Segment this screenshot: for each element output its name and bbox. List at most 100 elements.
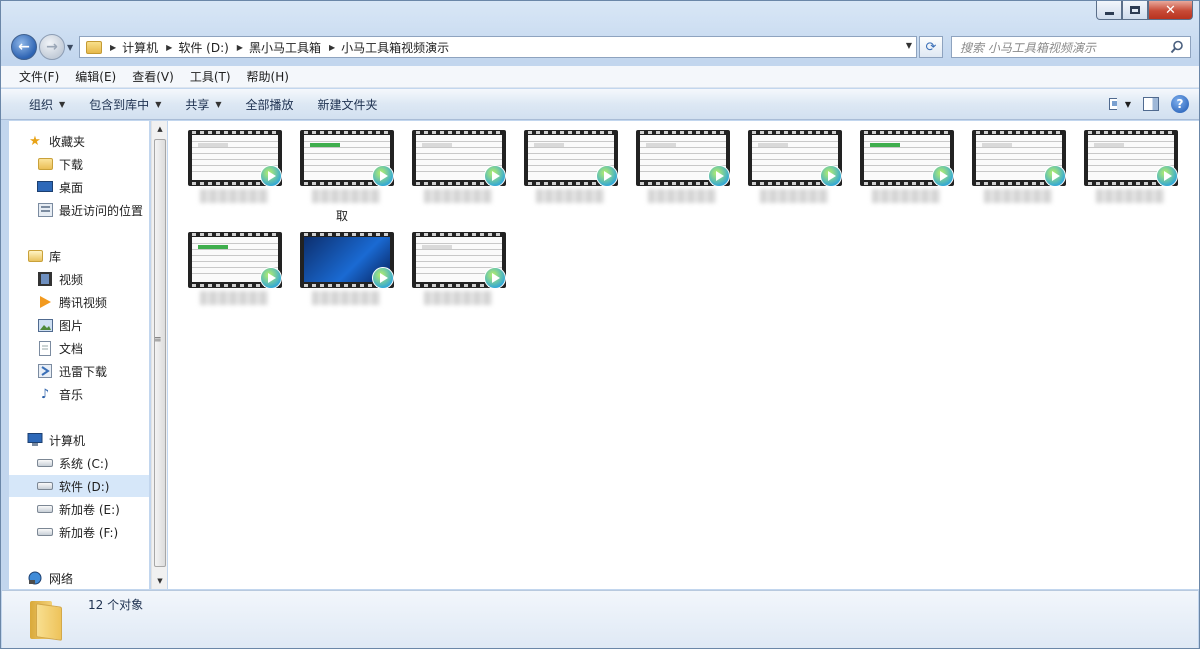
video-file-tile[interactable] bbox=[292, 223, 394, 305]
preview-pane-button[interactable] bbox=[1143, 97, 1159, 111]
nav-favorites[interactable]: ★ 收藏夹 bbox=[27, 130, 85, 152]
nav-pictures[interactable]: 图片 bbox=[37, 314, 83, 336]
help-icon: ? bbox=[1176, 97, 1184, 111]
nav-videos[interactable]: 视频 bbox=[37, 268, 83, 290]
chevron-down-icon[interactable]: ▼ bbox=[1125, 100, 1131, 109]
refresh-button[interactable]: ⟳ bbox=[919, 36, 943, 58]
nav-drive-c[interactable]: 系统 (C:) bbox=[37, 452, 109, 474]
nav-drive-d[interactable]: 软件 (D:) bbox=[9, 475, 149, 497]
library-icon bbox=[27, 248, 43, 264]
nav-downloads[interactable]: 下载 bbox=[37, 153, 83, 175]
menu-edit[interactable]: 编辑(E) bbox=[67, 68, 124, 85]
menu-view[interactable]: 查看(V) bbox=[124, 68, 182, 85]
help-button[interactable]: ? bbox=[1171, 95, 1189, 113]
nav-recent-places[interactable]: 最近访问的位置 bbox=[37, 199, 143, 221]
video-file-tile[interactable] bbox=[404, 223, 506, 305]
search-box[interactable]: 搜索 小马工具箱视频演示 bbox=[951, 36, 1191, 58]
play-badge-icon bbox=[596, 165, 618, 187]
file-name-redacted bbox=[1096, 189, 1164, 203]
file-name-redacted bbox=[536, 189, 604, 203]
file-name-redacted bbox=[200, 291, 268, 305]
file-name-redacted bbox=[760, 189, 828, 203]
organize-button[interactable]: 组织 ▼ bbox=[17, 96, 77, 113]
nav-network[interactable]: 网络 bbox=[27, 567, 73, 589]
minimize-button[interactable] bbox=[1096, 1, 1122, 20]
back-button[interactable]: ← bbox=[11, 34, 37, 60]
scroll-down-arrow-icon[interactable]: ▼ bbox=[152, 573, 168, 589]
change-view-button[interactable]: ▼ bbox=[1109, 94, 1131, 114]
play-badge-icon bbox=[260, 267, 282, 289]
nav-music[interactable]: ♪ 音乐 bbox=[37, 383, 83, 405]
video-file-tile[interactable] bbox=[740, 121, 842, 203]
network-icon bbox=[27, 570, 43, 586]
maximize-button[interactable] bbox=[1122, 1, 1148, 20]
video-file-tile[interactable] bbox=[404, 121, 506, 203]
nav-tencent-video[interactable]: 腾讯视频 bbox=[37, 291, 107, 313]
folder-icon bbox=[30, 601, 62, 641]
share-button[interactable]: 共享 ▼ bbox=[173, 96, 233, 113]
play-badge-icon bbox=[820, 165, 842, 187]
play-badge-icon bbox=[932, 165, 954, 187]
menu-tools[interactable]: 工具(T) bbox=[182, 68, 239, 85]
video-file-tile[interactable] bbox=[628, 121, 730, 203]
nav-computer[interactable]: 计算机 bbox=[27, 429, 85, 451]
folder-icon bbox=[86, 40, 102, 54]
nav-scrollbar[interactable]: ▲ ≡ ▼ bbox=[151, 121, 167, 589]
breadcrumb-current[interactable]: ▶ 小马工具箱视频演示 bbox=[325, 37, 453, 57]
close-button[interactable]: ✕ bbox=[1148, 1, 1193, 20]
file-name-redacted bbox=[312, 189, 380, 203]
address-row: ← → ▼ ▶ 计算机 ▶ 软件 (D:) ▶ 黑小马工具箱 ▶ 小马工具箱视频演示 ▼… bbox=[1, 31, 1200, 61]
file-name-redacted bbox=[648, 189, 716, 203]
grip-icon: ≡ bbox=[154, 335, 162, 345]
video-file-tile[interactable] bbox=[180, 223, 282, 305]
nav-drive-f[interactable]: 新加卷 (F:) bbox=[37, 521, 118, 543]
include-in-library-button[interactable]: 包含到库中 ▼ bbox=[77, 96, 173, 113]
back-arrow-icon: ← bbox=[18, 39, 30, 55]
video-file-tile[interactable] bbox=[180, 121, 282, 203]
recent-pages-dropdown[interactable]: ▼ bbox=[67, 43, 73, 52]
play-badge-icon bbox=[372, 165, 394, 187]
chevron-right-icon[interactable]: ▶ bbox=[110, 43, 116, 52]
scroll-thumb[interactable] bbox=[154, 139, 166, 567]
nav-libraries[interactable]: 库 bbox=[27, 245, 61, 267]
file-name-redacted bbox=[984, 189, 1052, 203]
nav-documents[interactable]: 文档 bbox=[37, 337, 83, 359]
explorer-window: ✕ ← → ▼ ▶ 计算机 ▶ 软件 (D:) ▶ 黑小马工具箱 ▶ 小马工具箱视频演示… bbox=[0, 0, 1200, 649]
video-file-tile[interactable] bbox=[852, 121, 954, 203]
new-folder-button[interactable]: 新建文件夹 bbox=[306, 96, 390, 113]
play-badge-icon bbox=[1044, 165, 1066, 187]
nav-thunder-downloads[interactable]: 迅雷下载 bbox=[37, 360, 107, 382]
nav-desktop[interactable]: 桌面 bbox=[37, 176, 83, 198]
file-list[interactable]: 取 bbox=[168, 121, 1199, 589]
search-icon[interactable] bbox=[1170, 40, 1184, 54]
chevron-right-icon[interactable]: ▶ bbox=[166, 43, 172, 52]
address-bar[interactable]: ▶ 计算机 ▶ 软件 (D:) ▶ 黑小马工具箱 ▶ 小马工具箱视频演示 ▼ bbox=[79, 36, 917, 58]
refresh-icon: ⟳ bbox=[925, 39, 937, 55]
video-file-tile[interactable] bbox=[516, 121, 618, 203]
video-file-tile[interactable] bbox=[964, 121, 1066, 203]
scroll-up-arrow-icon[interactable]: ▲ bbox=[152, 121, 168, 137]
forward-button[interactable]: → bbox=[39, 34, 65, 60]
star-icon: ★ bbox=[29, 133, 41, 149]
nav-drive-e[interactable]: 新加卷 (E:) bbox=[37, 498, 120, 520]
computer-icon bbox=[27, 432, 43, 448]
address-dropdown-icon[interactable]: ▼ bbox=[906, 41, 912, 50]
play-all-button[interactable]: 全部播放 bbox=[234, 96, 306, 113]
menu-help[interactable]: 帮助(H) bbox=[239, 68, 297, 85]
drive-icon bbox=[37, 501, 53, 517]
video-file-tile[interactable]: 取 bbox=[292, 121, 394, 223]
breadcrumb-drive-d[interactable]: ▶ 软件 (D:) bbox=[162, 37, 233, 57]
chevron-right-icon[interactable]: ▶ bbox=[329, 43, 335, 52]
video-file-tile[interactable] bbox=[1076, 121, 1178, 203]
search-input[interactable]: 搜索 小马工具箱视频演示 bbox=[960, 39, 1096, 56]
forward-arrow-icon: → bbox=[46, 39, 58, 55]
documents-icon bbox=[37, 340, 53, 356]
menu-file[interactable]: 文件(F) bbox=[11, 68, 67, 85]
menu-bar: 文件(F) 编辑(E) 查看(V) 工具(T) 帮助(H) bbox=[1, 66, 1199, 88]
pictures-icon bbox=[37, 317, 53, 333]
breadcrumb-folder[interactable]: ▶ 黑小马工具箱 bbox=[233, 37, 325, 57]
music-note-icon: ♪ bbox=[40, 386, 50, 402]
chevron-right-icon[interactable]: ▶ bbox=[237, 43, 243, 52]
breadcrumb-computer[interactable]: ▶ 计算机 bbox=[106, 37, 162, 57]
file-name-redacted bbox=[424, 291, 492, 305]
